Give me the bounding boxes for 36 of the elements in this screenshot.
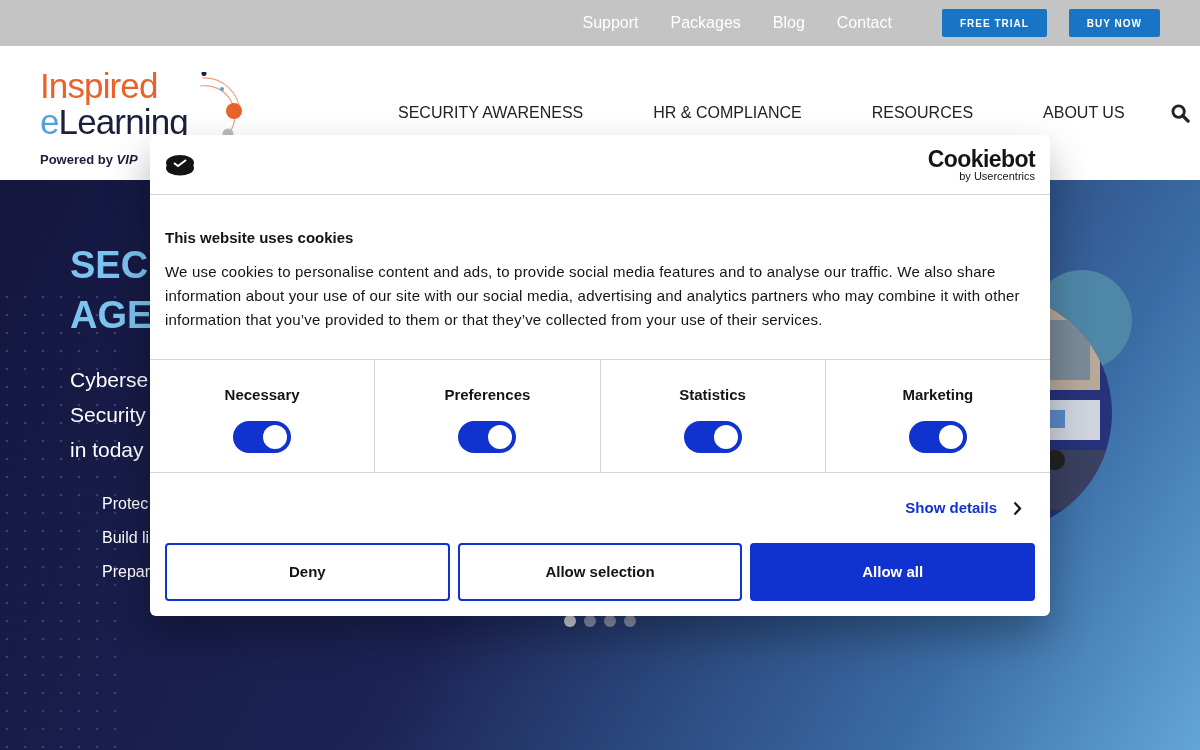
nav-link[interactable]: SECURITY AWARENESS — [398, 101, 584, 125]
hero-bullet: Prepar — [102, 562, 152, 582]
hero-bullet: Protec — [102, 494, 150, 514]
nav-link[interactable]: HR & COMPLIANCE — [653, 101, 802, 125]
toggle-switch[interactable] — [458, 420, 517, 453]
brand-subtitle: by Usercentrics — [959, 170, 1035, 182]
cookie-logo-icon — [165, 153, 195, 176]
hero-heading: AGE — [70, 293, 153, 338]
toggle-switch[interactable] — [908, 420, 967, 453]
toggle-switch[interactable] — [233, 420, 292, 453]
hero-text: in today — [70, 437, 145, 463]
chevron-right-icon — [1013, 500, 1022, 516]
top-button[interactable]: BUY NOW — [1068, 9, 1160, 37]
logo-text: eLearning — [40, 104, 188, 139]
nav-link[interactable]: ABOUT US — [1043, 101, 1125, 125]
show-details-link[interactable]: Show details — [905, 496, 1022, 520]
hero-text: Security — [70, 402, 147, 428]
dialog-text: We use cookies to personalise content and ads, to provide social media features and to analyse our traffic. We also share information about your use of our site with our social media, advertising and analytics partners who may combine it with other information that you’ve provided to them or that they’ve collected from your use of their services. — [165, 261, 1021, 330]
logo-tagline: Powered by VIP — [40, 151, 138, 169]
dialog-button[interactable]: Deny — [165, 543, 450, 601]
category-label: Statistics — [679, 385, 746, 405]
toggle-switch[interactable] — [683, 420, 742, 453]
hero-heading: SEC — [70, 243, 150, 288]
hero-text: Cyberse — [70, 367, 150, 393]
category-label: Necessary — [224, 385, 300, 405]
category-label: Preferences — [444, 385, 531, 405]
dialog-button[interactable]: Allow selection — [457, 543, 743, 601]
brand-logo-text: Cookiebot — [927, 147, 1035, 171]
logo-text: Inspired — [40, 68, 158, 103]
category-label: Marketing — [902, 385, 974, 405]
dialog-title: This website uses cookies — [165, 228, 355, 248]
dialog-button[interactable]: Allow all — [750, 543, 1035, 601]
search-icon[interactable] — [1170, 103, 1190, 123]
top-button[interactable]: FREE TRIAL — [941, 9, 1047, 37]
hero-bullet: Build li — [102, 528, 151, 548]
nav-link[interactable]: RESOURCES — [871, 101, 974, 125]
